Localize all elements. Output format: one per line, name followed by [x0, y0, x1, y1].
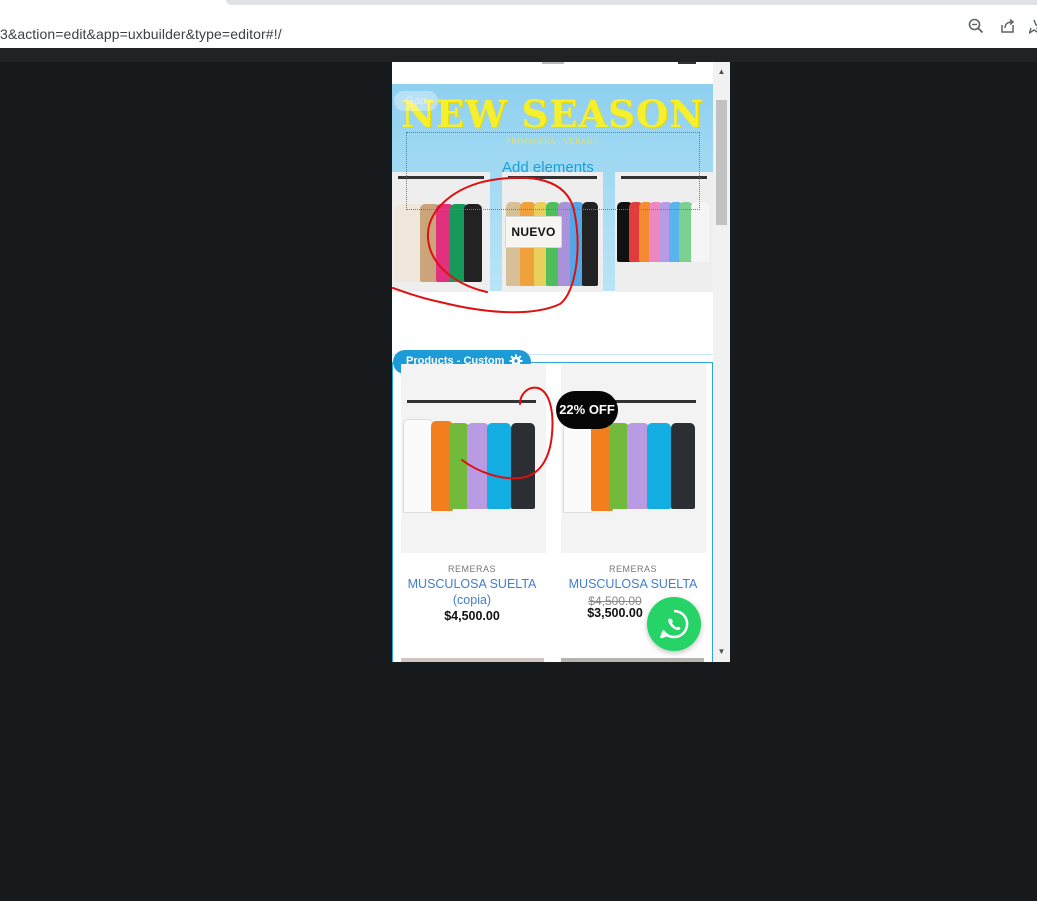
scroll-up-arrow-icon[interactable]: ▲: [713, 64, 730, 80]
product-image-1[interactable]: [401, 364, 546, 553]
nuevo-button[interactable]: NUEVO: [505, 216, 562, 248]
add-elements-link[interactable]: Add elements: [502, 159, 594, 176]
garment: [609, 423, 629, 509]
garment: [671, 423, 695, 509]
next-product-image: [561, 658, 704, 662]
garment: [563, 419, 593, 513]
scroll-thumb[interactable]: [716, 100, 727, 225]
whatsapp-button[interactable]: [647, 597, 701, 651]
header-remnant-icon: [678, 62, 696, 64]
address-bar[interactable]: 3&action=edit&app=uxbuilder&type=editor#…: [0, 9, 1037, 43]
product-category: REMERAS: [447, 564, 496, 574]
banner-title: NEW SEASON: [401, 92, 704, 136]
scroll-down-arrow-icon[interactable]: ▼: [713, 644, 730, 660]
new-season-banner[interactable]: NEW SEASON PRIMAVERA - VERANO Gap Add el…: [392, 84, 713, 292]
header-remnant: [542, 62, 564, 64]
url-text[interactable]: 3&action=edit&app=uxbuilder&type=editor#…: [0, 26, 282, 42]
product-category: REMERAS: [608, 564, 657, 574]
sale-badge: 22% OFF: [556, 391, 618, 429]
product-title-link[interactable]: MUSCULOSA SUELTA: [553, 576, 713, 592]
whatsapp-icon: [660, 609, 689, 639]
browser-toolbar: 3&action=edit&app=uxbuilder&type=editor#…: [0, 0, 1037, 48]
garment: [627, 423, 649, 509]
editor-toolbar: [0, 48, 1037, 62]
share-icon[interactable]: [999, 17, 1017, 35]
zoom-icon[interactable]: [967, 17, 985, 35]
garment: [403, 419, 433, 513]
garment: [647, 423, 671, 509]
gap-pill[interactable]: Gap: [394, 91, 438, 111]
rack-bar: [407, 400, 536, 403]
next-product-image: [401, 658, 544, 662]
garment: [487, 423, 511, 509]
preview-scrollbar[interactable]: ▲ ▼: [713, 62, 730, 662]
garment: [511, 423, 535, 509]
mobile-preview-frame[interactable]: NEW SEASON PRIMAVERA - VERANO Gap Add el…: [392, 62, 713, 662]
garment: [467, 423, 489, 509]
garment: [449, 423, 469, 509]
garment: [582, 202, 598, 286]
bookmark-star-icon[interactable]: [1029, 17, 1037, 35]
garment: [464, 204, 482, 282]
tab-strip: [226, 0, 1037, 5]
product-title-link[interactable]: MUSCULOSA SUELTA (copia): [392, 576, 552, 608]
garment: [691, 202, 709, 262]
product-price: $4,500.00: [444, 609, 500, 623]
